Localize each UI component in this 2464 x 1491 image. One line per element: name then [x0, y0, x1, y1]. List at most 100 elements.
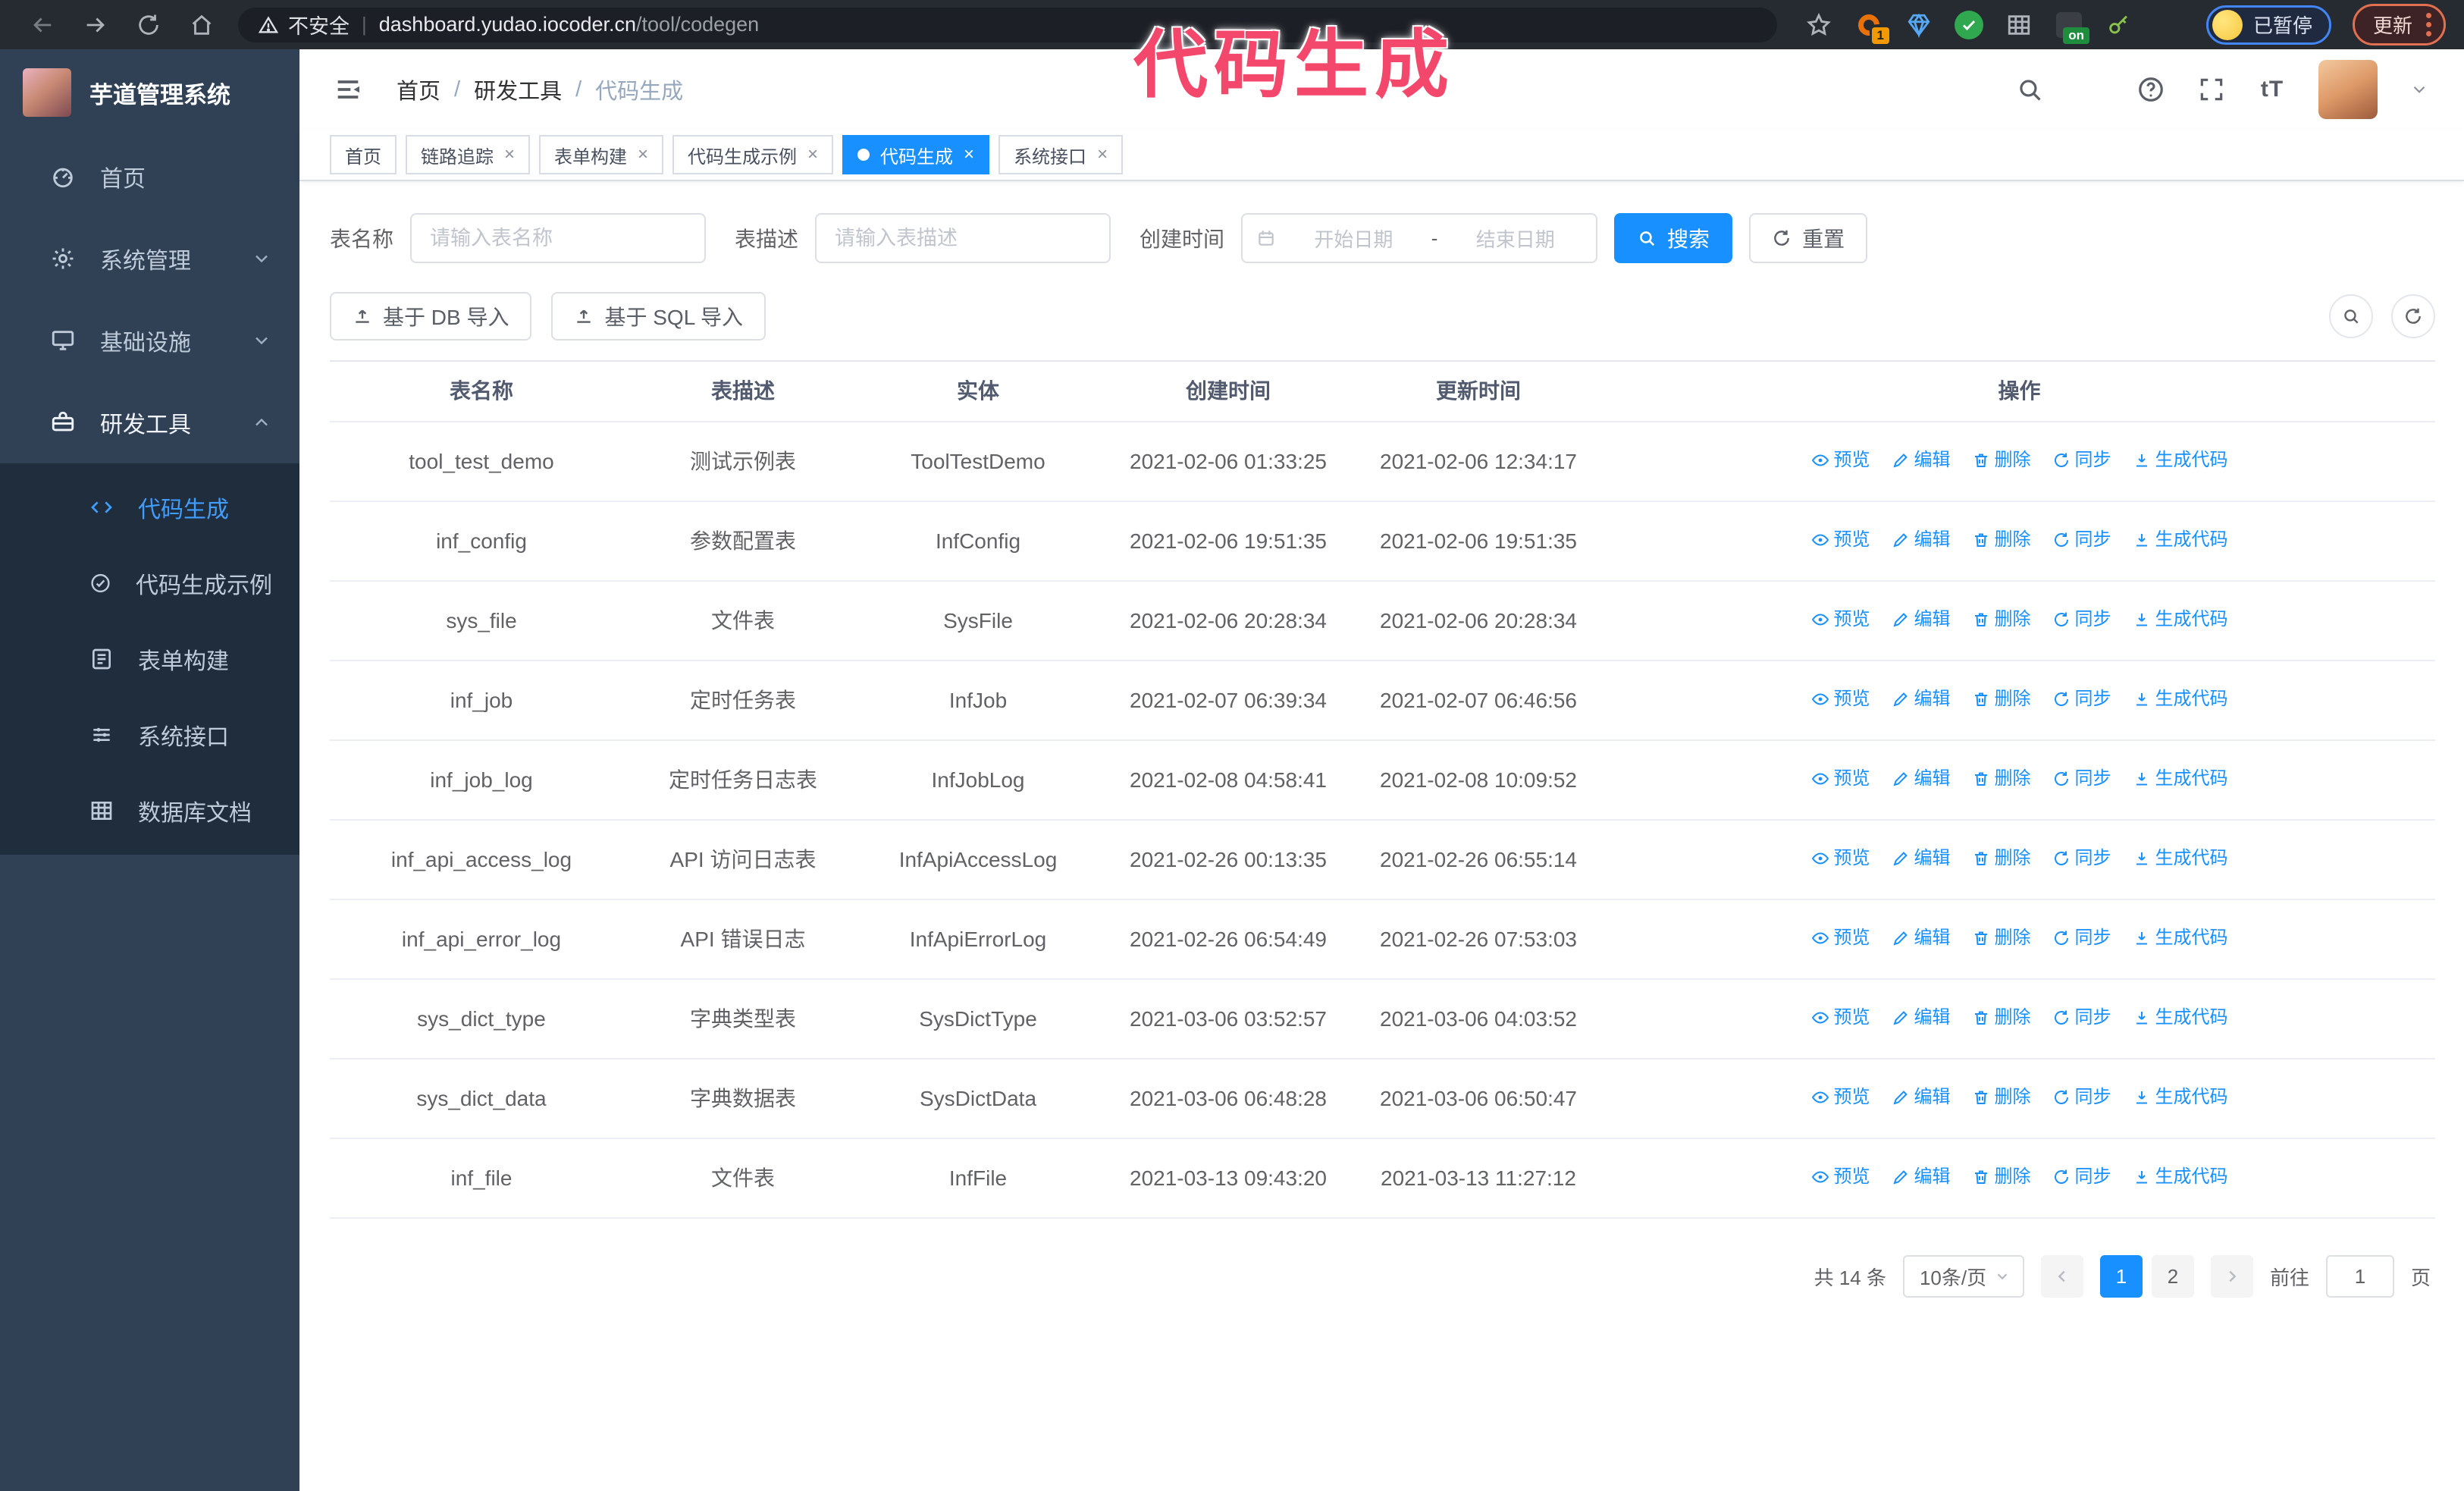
action-download-link[interactable]: 生成代码	[2133, 607, 2228, 632]
orange-c-extension-icon[interactable]: 1	[1853, 9, 1889, 44]
question-icon[interactable]	[2136, 75, 2165, 104]
caret-down-icon[interactable]	[2409, 80, 2429, 99]
tab-form-builder[interactable]: 表单构建 ×	[539, 135, 664, 174]
browser-home-icon[interactable]	[177, 5, 226, 45]
action-edit-link[interactable]: 编辑	[1892, 1085, 1951, 1110]
sidebar-item-system-api[interactable]: 系统接口	[0, 697, 299, 773]
security-indicator[interactable]: 不安全	[258, 10, 350, 39]
sidebar-item-dev-tools[interactable]: 研发工具	[0, 381, 299, 463]
action-delete-link[interactable]: 删除	[1972, 686, 2031, 712]
action-eye-link[interactable]: 预览	[1811, 686, 1870, 712]
action-eye-link[interactable]: 预览	[1811, 766, 1870, 792]
github-icon[interactable]	[2076, 75, 2105, 104]
address-bar[interactable]: 不安全 | dashboard.yudao.iocoder.cn/tool/co…	[238, 7, 1777, 42]
profile-chip[interactable]: 已暂停	[2205, 5, 2331, 45]
table-desc-input[interactable]	[815, 213, 1111, 263]
sidebar-item-home[interactable]: 首页	[0, 136, 299, 218]
action-eye-link[interactable]: 预览	[1811, 1085, 1870, 1110]
action-download-link[interactable]: 生成代码	[2133, 1085, 2228, 1110]
sidebar-item-codegen[interactable]: 代码生成	[0, 469, 299, 545]
action-download-link[interactable]: 生成代码	[2133, 686, 2228, 712]
sidebar-item-db-doc[interactable]: 数据库文档	[0, 773, 299, 849]
action-edit-link[interactable]: 编辑	[1892, 766, 1951, 792]
start-date-placeholder[interactable]: 开始日期	[1287, 224, 1421, 253]
tab-tracing[interactable]: 链路追踪 ×	[406, 135, 531, 174]
close-tab-icon[interactable]: ×	[638, 146, 648, 164]
action-sync-link[interactable]: 同步	[2052, 1085, 2111, 1110]
hamburger-icon[interactable]	[330, 71, 366, 108]
green-check-extension-icon[interactable]	[1953, 9, 1985, 41]
action-sync-link[interactable]: 同步	[2052, 1164, 2111, 1190]
action-sync-link[interactable]: 同步	[2052, 447, 2111, 473]
close-tab-icon[interactable]: ×	[1097, 146, 1108, 164]
action-edit-link[interactable]: 编辑	[1892, 1164, 1951, 1190]
reset-button[interactable]: 重置	[1749, 213, 1868, 263]
action-delete-link[interactable]: 删除	[1972, 447, 2031, 473]
import-sql-button[interactable]: 基于 SQL 导入	[551, 292, 766, 341]
search-icon[interactable]	[2015, 75, 2044, 104]
action-delete-link[interactable]: 删除	[1972, 527, 2031, 553]
end-date-placeholder[interactable]: 结束日期	[1448, 224, 1582, 253]
green-key-extension-icon[interactable]	[2103, 9, 2135, 41]
puzzle-extension-icon[interactable]	[2153, 9, 2185, 41]
action-delete-link[interactable]: 删除	[1972, 1085, 2031, 1110]
action-edit-link[interactable]: 编辑	[1892, 447, 1951, 473]
page-button-1[interactable]: 1	[2099, 1255, 2143, 1298]
action-sync-link[interactable]: 同步	[2052, 607, 2111, 632]
font-size-icon[interactable]: tT	[2258, 75, 2287, 104]
action-eye-link[interactable]: 预览	[1811, 607, 1870, 632]
action-download-link[interactable]: 生成代码	[2133, 447, 2228, 473]
action-sync-link[interactable]: 同步	[2052, 686, 2111, 712]
page-size-select[interactable]: 10条/页	[1902, 1255, 2024, 1298]
action-delete-link[interactable]: 删除	[1972, 1005, 2031, 1031]
close-tab-icon[interactable]: ×	[504, 146, 515, 164]
tab-system-api[interactable]: 系统接口 ×	[998, 135, 1124, 174]
close-tab-icon[interactable]: ×	[807, 146, 818, 164]
browser-update-button[interactable]: 更新	[2352, 4, 2446, 46]
action-sync-link[interactable]: 同步	[2052, 527, 2111, 553]
action-eye-link[interactable]: 预览	[1811, 846, 1870, 871]
action-delete-link[interactable]: 删除	[1972, 925, 2031, 951]
action-edit-link[interactable]: 编辑	[1892, 1005, 1951, 1031]
action-delete-link[interactable]: 删除	[1972, 846, 2031, 871]
action-download-link[interactable]: 生成代码	[2133, 925, 2228, 951]
action-edit-link[interactable]: 编辑	[1892, 925, 1951, 951]
action-eye-link[interactable]: 预览	[1811, 1164, 1870, 1190]
tab-codegen-example[interactable]: 代码生成示例 ×	[672, 135, 834, 174]
browser-back-icon[interactable]	[18, 5, 67, 45]
tab-home[interactable]: 首页	[330, 135, 397, 174]
action-edit-link[interactable]: 编辑	[1892, 846, 1951, 871]
action-download-link[interactable]: 生成代码	[2133, 1164, 2228, 1190]
app-logo[interactable]: 芋道管理系统	[0, 49, 299, 136]
fullscreen-icon[interactable]	[2197, 75, 2226, 104]
grey-columns-extension-icon[interactable]	[2003, 9, 2035, 41]
action-sync-link[interactable]: 同步	[2052, 925, 2111, 951]
action-sync-link[interactable]: 同步	[2052, 766, 2111, 792]
browser-menu-icon[interactable]	[2426, 13, 2431, 36]
action-delete-link[interactable]: 删除	[1972, 607, 2031, 632]
action-download-link[interactable]: 生成代码	[2133, 527, 2228, 553]
dark-on-extension-icon[interactable]: on	[2053, 9, 2089, 44]
user-avatar[interactable]	[2318, 60, 2378, 119]
sidebar-item-infra[interactable]: 基础设施	[0, 300, 299, 381]
browser-forward-icon[interactable]	[71, 5, 120, 45]
search-button[interactable]: 搜索	[1614, 213, 1733, 263]
browser-reload-icon[interactable]	[124, 5, 173, 45]
date-range-picker[interactable]: 开始日期 - 结束日期	[1241, 213, 1598, 263]
import-db-button[interactable]: 基于 DB 导入	[330, 292, 532, 341]
action-delete-link[interactable]: 删除	[1972, 766, 2031, 792]
action-download-link[interactable]: 生成代码	[2133, 846, 2228, 871]
action-eye-link[interactable]: 预览	[1811, 1005, 1870, 1031]
next-page-button[interactable]	[2210, 1255, 2253, 1298]
action-eye-link[interactable]: 预览	[1811, 447, 1870, 473]
breadcrumb-item[interactable]: 首页	[397, 74, 440, 105]
sidebar-item-system[interactable]: 系统管理	[0, 218, 299, 300]
sidebar-item-codegen-example[interactable]: 代码生成示例	[0, 545, 299, 621]
bookmark-star-icon[interactable]	[1806, 12, 1832, 38]
action-eye-link[interactable]: 预览	[1811, 925, 1870, 951]
tab-codegen[interactable]: 代码生成 ×	[842, 135, 990, 174]
action-edit-link[interactable]: 编辑	[1892, 607, 1951, 632]
page-button-2[interactable]: 2	[2151, 1255, 2194, 1298]
breadcrumb-item[interactable]: 研发工具	[474, 74, 562, 105]
action-edit-link[interactable]: 编辑	[1892, 686, 1951, 712]
